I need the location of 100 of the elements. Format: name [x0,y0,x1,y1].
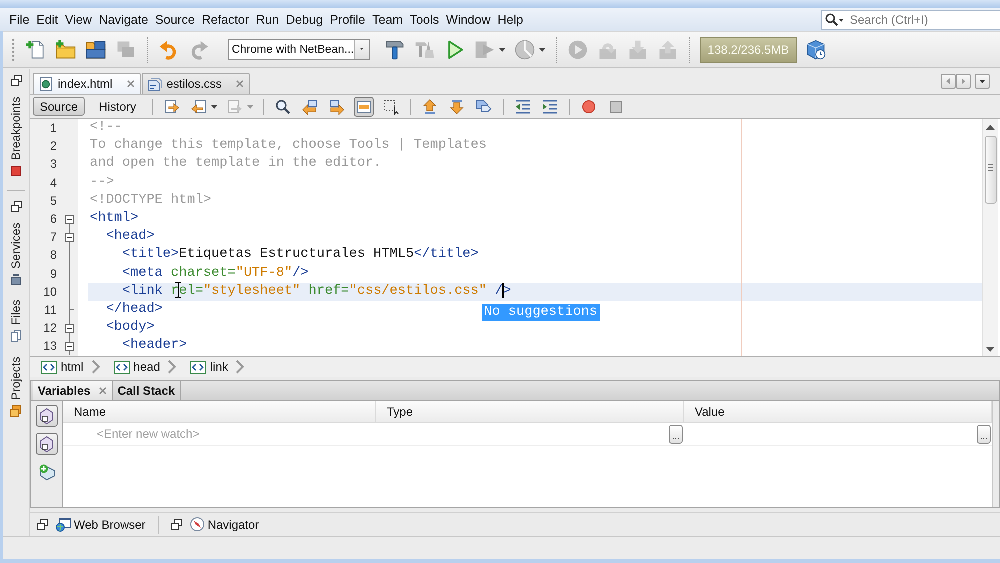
code-line: <html> [90,210,139,226]
dropdown-icon[interactable] [975,74,990,89]
line-number: 5 [50,194,57,208]
page-arrow-icon[interactable] [164,98,180,114]
ellipsis-button[interactable]: ... [977,424,991,444]
panel-tab[interactable]: Call Stack [112,381,182,400]
bookmark-icon[interactable] [476,98,492,114]
view-tab[interactable]: History [92,97,144,116]
close-icon[interactable] [236,80,244,88]
editor-tab[interactable]: index.html [33,73,141,94]
menu-item[interactable]: Navigate [96,12,152,26]
html-file-icon [39,77,53,91]
minimized-window-tab[interactable]: Navigator [190,517,260,532]
menu-item[interactable]: Tools [406,12,443,26]
breadcrumb-item[interactable]: head [114,360,160,374]
collapse-icon[interactable] [65,214,74,224]
highlight-icon[interactable] [354,96,374,116]
code-line: and open the template in the editor. [90,156,382,172]
code-line: <head> [105,229,155,244]
cube-clock-icon[interactable] [805,38,827,60]
folder-icon[interactable] [85,38,107,60]
scroll-down-icon[interactable] [986,347,995,352]
scroll-thumb[interactable] [984,136,996,204]
line-number: 9 [50,266,57,280]
menu-item[interactable]: View [62,12,96,26]
stop-icon[interactable] [608,98,624,114]
line-number: 4 [50,176,57,190]
minimized-window-tab[interactable]: Web Browser [56,517,146,532]
collapse-icon[interactable] [65,342,74,351]
menu-item[interactable]: Source [152,12,199,26]
menu-item[interactable]: Run [252,12,283,26]
collapse-icon[interactable] [65,232,74,242]
down-arrow-icon[interactable] [449,98,466,114]
menu-item[interactable]: Team [369,12,407,26]
line-number: 12 [44,321,57,336]
watch-icon[interactable] [36,433,58,455]
menu-item[interactable]: Debug [282,12,327,26]
dropdown-caret-icon[interactable] [211,104,218,108]
code-line: To change this template, choose Tools | Templates [90,138,487,154]
add-watch-icon[interactable] [38,463,56,481]
code-line: <!DOCTYPE html> [90,192,212,208]
new-watch-field[interactable]: <Enter new watch> [97,425,375,443]
browser-window-icon [56,517,71,532]
back-arrow-icon[interactable] [191,98,208,114]
line-number: 3 [50,157,57,172]
code-line: </head> [105,302,163,317]
tag-icon [190,360,206,374]
search-field[interactable]: Search (Ctrl+I) [821,10,1000,30]
window-restore-icon[interactable] [10,75,22,86]
window-restore-icon[interactable] [170,519,182,530]
menu-item[interactable]: File [6,12,34,26]
close-icon[interactable] [98,386,107,394]
code-line: <meta charset="UTF-8"/> [121,266,309,280]
record-icon[interactable] [581,98,598,114]
panel-tab[interactable]: Variables [33,381,113,400]
close-icon[interactable] [126,80,135,88]
indent-icon[interactable] [542,98,558,114]
menu-item[interactable]: Refactor [198,12,253,26]
outdent-icon[interactable] [515,98,532,114]
column-header[interactable]: Type [376,401,684,423]
column-header[interactable]: Name [63,401,376,423]
side-panel-tab[interactable]: Files [7,297,25,346]
find-next-icon[interactable] [329,98,346,114]
line-number: 6 [50,212,57,226]
column-header[interactable]: Value [684,401,992,423]
new-file-icon[interactable] [25,38,47,60]
browser-dropdown[interactable]: Chrome with NetBean... [228,39,370,60]
breadcrumb-item[interactable]: link [190,360,228,374]
find-previous-icon[interactable] [302,98,318,114]
collapse-icon[interactable] [65,324,74,333]
line-number: 10 [44,284,57,299]
view-tab[interactable]: Source [33,97,86,116]
code-line: --> [90,174,114,190]
window-restore-icon[interactable] [37,519,48,530]
search-icon[interactable] [275,98,292,114]
side-panel-tab[interactable]: Breakpoints [7,94,25,180]
vertical-scrollbar[interactable] [982,119,998,356]
chevron-icon [236,360,244,374]
up-arrow-icon[interactable] [422,98,438,114]
watch-icon[interactable] [36,405,58,427]
code-line: <header> [121,338,188,354]
menu-item[interactable]: Window [442,12,494,26]
new-project-icon[interactable] [55,38,77,60]
menu-item[interactable]: Help [494,12,527,26]
side-panel-tab[interactable]: Projects [7,354,25,420]
menu-item[interactable]: Edit [33,12,62,26]
ellipsis-button[interactable]: ... [669,424,683,444]
menu-item[interactable]: Profile [326,12,369,26]
tag-icon [41,360,57,374]
editor-tab[interactable]: estilos.css [142,73,250,94]
window-restore-icon[interactable] [10,201,22,212]
breadcrumb-item[interactable]: html [41,360,84,374]
line-number: 8 [50,248,57,262]
files-icon [10,330,22,343]
hammer-icon[interactable] [384,38,406,60]
scroll-up-icon[interactable] [986,125,995,130]
side-panel-tab[interactable]: Services [7,220,25,290]
search-icon[interactable] [825,12,845,26]
dotted-rectangle-icon[interactable] [383,98,400,114]
tag-icon [114,360,130,374]
